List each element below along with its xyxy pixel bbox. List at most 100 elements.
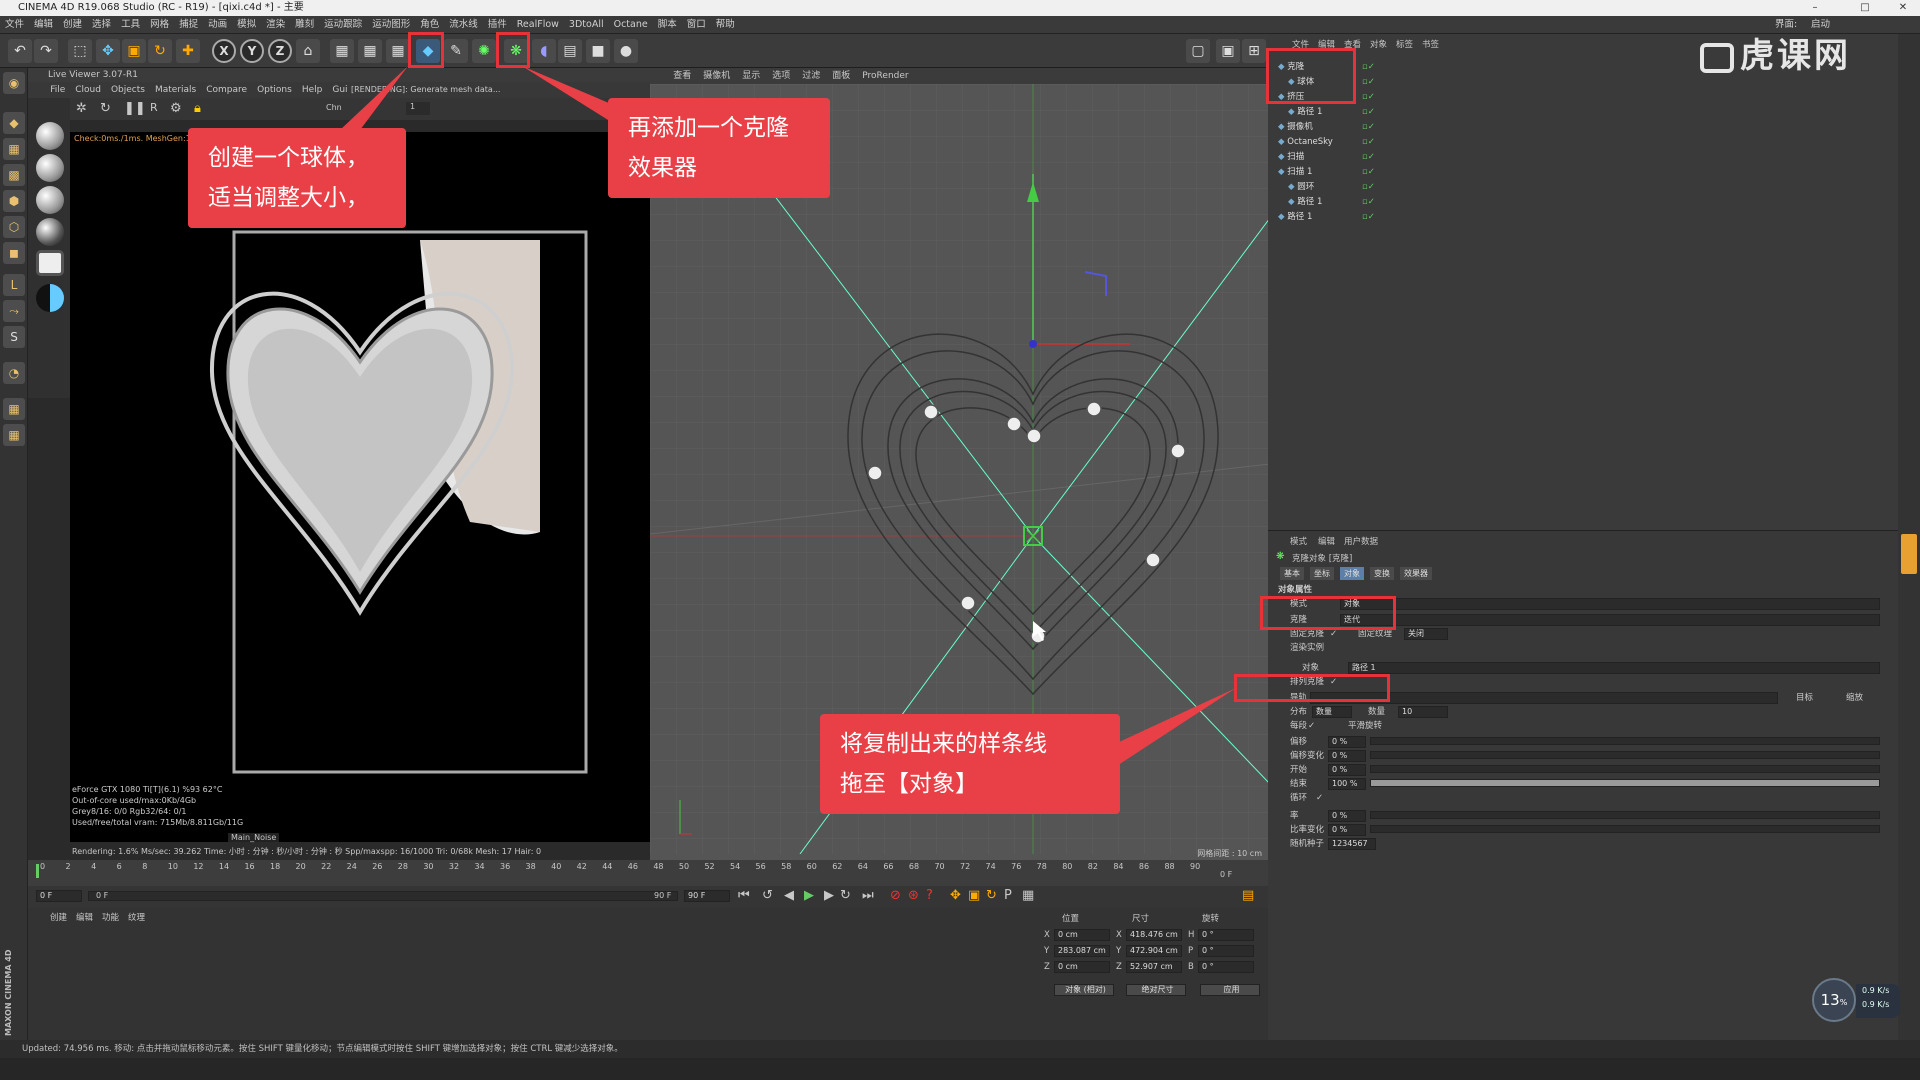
menu-item[interactable]: 创建 [58, 16, 87, 34]
tab-basic[interactable]: 基本 [1280, 567, 1304, 580]
lv-menu-item[interactable]: Options [252, 82, 297, 98]
record-icon[interactable]: ⊘ [890, 888, 901, 903]
netspeed-gauge[interactable]: 13% [1812, 978, 1856, 1022]
mode-dropdown[interactable]: 对象 [1340, 598, 1880, 610]
move-icon[interactable]: ✥ [96, 39, 120, 63]
vp-menu-item[interactable]: 选项 [766, 68, 796, 84]
range-slider[interactable] [88, 891, 678, 901]
coord-system-icon[interactable]: ⌂ [296, 39, 320, 63]
count-field[interactable]: 10 [1398, 706, 1448, 718]
start-frame-field[interactable]: 0 F [36, 890, 82, 902]
axis-x-toggle[interactable]: X [212, 39, 236, 63]
object-row[interactable]: ◆ 扫描 1 ▫✓ [1278, 165, 1398, 179]
material-sphere[interactable] [36, 218, 64, 246]
visibility-icon[interactable]: ▫✓ [1362, 165, 1375, 179]
mat-menu-item[interactable]: 编辑 [76, 911, 93, 923]
autokey-icon[interactable]: ⊛ [908, 888, 919, 903]
vp-menu-item[interactable]: 摄像机 [697, 68, 736, 84]
size-field[interactable]: 52.907 cm [1126, 961, 1182, 973]
rate-field[interactable]: 0 % [1328, 810, 1366, 822]
menu-item[interactable]: 工具 [116, 16, 145, 34]
material-swatch[interactable] [36, 250, 64, 276]
restart-icon[interactable]: ↻ [100, 101, 111, 116]
axis-mode-icon[interactable]: L [3, 274, 25, 296]
object-row[interactable]: ◆ 摄像机 ▫✓ [1278, 120, 1398, 134]
lv-menu-item[interactable]: Compare [201, 82, 252, 98]
grid2-icon[interactable]: ▦ [3, 424, 25, 446]
menu-item[interactable]: 网格 [145, 16, 174, 34]
rate-var-field[interactable]: 0 % [1328, 824, 1366, 836]
side-tab[interactable] [1901, 534, 1917, 574]
end-frame-field[interactable]: 90 F [684, 890, 730, 902]
settings-icon[interactable]: ✲ [76, 101, 87, 116]
rotate-key-icon[interactable]: ↻ [986, 888, 997, 903]
pen-icon[interactable]: ✎ [444, 39, 468, 63]
menu-item[interactable]: 编辑 [29, 16, 58, 34]
tab-coord[interactable]: 坐标 [1310, 567, 1334, 580]
offset-field[interactable]: 0 % [1328, 736, 1366, 748]
lv-menu-item[interactable]: Help [297, 82, 328, 98]
om-menu-item[interactable]: 书签 [1422, 38, 1439, 50]
menu-item[interactable]: 文件 [0, 16, 29, 34]
timeline[interactable]: 0 F 0 2 4 6 8 10 12 14 16 18 20 22 24 26 28 30 32 34 36 38 4… [28, 860, 1268, 886]
offset-var-field[interactable]: 0 % [1328, 750, 1366, 762]
visibility-icon[interactable]: ▫✓ [1362, 105, 1375, 119]
vp-menu-item[interactable]: ProRender [856, 68, 914, 84]
rotation-field[interactable]: 0 ° [1198, 945, 1254, 957]
visibility-icon[interactable]: ▫✓ [1362, 135, 1375, 149]
add-icon[interactable]: ✚ [176, 39, 200, 63]
goto-start-icon[interactable]: ⏮ [738, 888, 750, 903]
close-button[interactable]: ✕ [1888, 0, 1918, 16]
lv-menu-item[interactable]: Cloud [70, 82, 106, 98]
lv-menu-item[interactable]: File [45, 82, 70, 98]
render-picture-icon[interactable]: ▦ [358, 39, 382, 63]
menu-item[interactable]: 选择 [87, 16, 116, 34]
size-field[interactable]: 472.904 cm [1126, 945, 1182, 957]
rate-var-slider[interactable] [1370, 825, 1880, 833]
apply-button[interactable]: 应用 [1200, 984, 1260, 996]
menu-item[interactable]: 模拟 [232, 16, 261, 34]
fix-texture-dropdown[interactable]: 关闭 [1404, 628, 1448, 640]
fullscreen-icon[interactable]: ⊞ [1242, 39, 1266, 63]
object-link-field[interactable]: 路径 1 [1348, 662, 1880, 674]
model-mode-icon[interactable]: ◆ [3, 112, 25, 134]
prev-frame-icon[interactable]: ◀ [784, 888, 794, 903]
offset-slider[interactable] [1370, 737, 1880, 745]
menu-item[interactable]: 窗口 [682, 16, 711, 34]
even-checkbox[interactable]: ✓ [1308, 719, 1315, 733]
snap-icon[interactable]: S [3, 326, 25, 348]
menu-item[interactable]: 渲染 [261, 16, 290, 34]
grid-icon[interactable]: ▦ [3, 398, 25, 420]
mat-menu-item[interactable]: 功能 [102, 911, 119, 923]
om-menu-item[interactable]: 标签 [1396, 38, 1413, 50]
play-icon[interactable]: ▶ [804, 888, 814, 903]
panel-icon[interactable]: ▣ [1216, 39, 1240, 63]
menu-item[interactable]: Octane [609, 16, 653, 34]
param-key-icon[interactable]: P [1004, 888, 1012, 903]
end-slider[interactable] [1370, 779, 1880, 787]
visibility-icon[interactable]: ▫✓ [1362, 150, 1375, 164]
goto-end-icon[interactable]: ⏭ [862, 888, 874, 903]
mat-menu-item[interactable]: 纹理 [128, 911, 145, 923]
workplane-icon[interactable]: ▩ [3, 164, 25, 186]
size-field[interactable]: 418.476 cm [1126, 929, 1182, 941]
menu-item[interactable]: 运动跟踪 [319, 16, 367, 34]
start-field[interactable]: 0 % [1328, 764, 1366, 776]
vp-menu-item[interactable]: 面板 [826, 68, 856, 84]
visibility-icon[interactable]: ▫✓ [1362, 195, 1375, 209]
select-icon[interactable]: ⬚ [68, 39, 92, 63]
menu-item[interactable]: 动画 [203, 16, 232, 34]
object-row[interactable]: ◆ 路径 1 ▫✓ [1288, 195, 1408, 209]
material-sphere[interactable] [36, 122, 64, 150]
minimize-button[interactable]: – [1800, 0, 1830, 16]
coord-mode-dropdown[interactable]: 对象 (相对) [1054, 984, 1114, 996]
next-key-icon[interactable]: ↻ [840, 888, 851, 903]
lv-menu-item[interactable]: Objects [106, 82, 150, 98]
points-mode-icon[interactable]: ⬢ [3, 190, 25, 212]
position-field[interactable]: 0 cm [1054, 961, 1110, 973]
rotation-field[interactable]: 0 ° [1198, 929, 1254, 941]
vp-menu-item[interactable]: 过滤 [796, 68, 826, 84]
lock-icon[interactable]: 🔒︎ [194, 101, 201, 116]
render-settings-icon[interactable]: ▦ [386, 39, 410, 63]
tab-object[interactable]: 对象 [1340, 567, 1364, 580]
